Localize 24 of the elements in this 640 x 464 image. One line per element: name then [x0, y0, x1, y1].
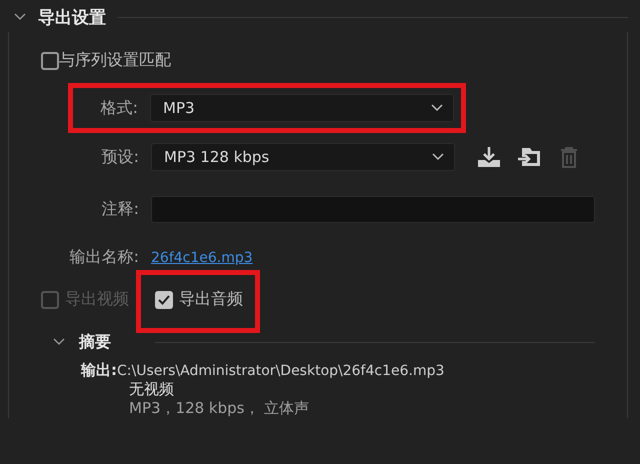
- import-icon[interactable]: [517, 146, 541, 168]
- format-label: 格式:: [100, 98, 139, 118]
- summary-title: 摘要: [79, 332, 111, 352]
- caret-icon: [431, 104, 443, 112]
- audio-summary: MP3，128 kbps， 立体声: [129, 399, 310, 418]
- output-name-label: 输出名称:: [68, 247, 140, 268]
- output-name-link[interactable]: 26f4c1e6.mp3: [151, 250, 253, 266]
- output-label: 输出:: [81, 361, 117, 380]
- comment-label: 注释:: [100, 199, 140, 220]
- chevron-icon[interactable]: [53, 338, 65, 346]
- section-title: 导出设置: [38, 6, 106, 28]
- output-path: C:\Users\Administrator\Desktop\26f4c1e6.mp3: [117, 362, 444, 378]
- preset-dropdown[interactable]: MP3 128 kbps: [151, 143, 455, 171]
- checkbox-label[interactable]: 导出音频: [179, 289, 243, 310]
- download-icon[interactable]: [477, 146, 501, 168]
- comment-field[interactable]: [151, 196, 595, 223]
- checkbox[interactable]: [155, 290, 173, 308]
- caret-icon: [432, 153, 444, 161]
- format-dropdown[interactable]: MP3: [150, 94, 454, 122]
- checkbox[interactable]: [41, 52, 59, 70]
- preset-label: 预设:: [100, 146, 140, 168]
- checkbox-label[interactable]: 与序列设置匹配: [59, 50, 171, 71]
- video-summary: 无视频: [129, 380, 175, 399]
- chevron-icon[interactable]: [14, 13, 26, 21]
